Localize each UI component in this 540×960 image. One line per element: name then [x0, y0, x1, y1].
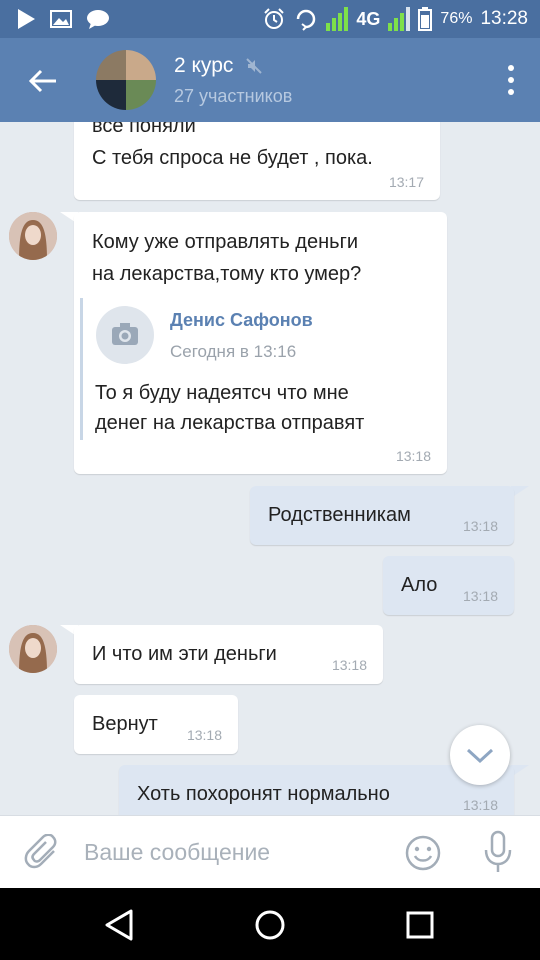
sync-icon [297, 9, 316, 31]
battery-icon [418, 7, 433, 31]
message-text: Ало [401, 574, 438, 596]
attach-icon[interactable] [24, 834, 62, 872]
mic-icon[interactable] [482, 830, 514, 874]
forward-date: Сегодня в 13:16 [170, 342, 297, 361]
avatar[interactable] [9, 625, 57, 673]
forward-text: То я буду надеятсч что мне денег на лека… [95, 382, 365, 434]
emoji-icon[interactable] [404, 834, 442, 872]
message-incoming[interactable]: все поняли С тебя спроса не будет , пока… [74, 122, 440, 200]
message-incoming[interactable]: И что им эти деньги 13:18 [74, 625, 383, 684]
forward-author[interactable]: Денис Сафонов [170, 310, 313, 331]
message-time: 13:18 [186, 727, 222, 743]
user-photo [9, 625, 57, 673]
alarm-icon [264, 8, 285, 29]
message-outgoing[interactable]: Ало 13:18 [383, 556, 514, 615]
nav-back-icon[interactable] [101, 906, 139, 944]
message-time: 13:18 [462, 588, 498, 604]
message-time: 13:18 [395, 448, 431, 464]
chat-toolbar: 2 курс 27 участников [0, 38, 540, 122]
message-outgoing[interactable]: Родственникам 13:18 [250, 486, 514, 545]
muted-icon [246, 58, 263, 74]
message-text: И что им эти деньги [92, 643, 277, 665]
message-text: все поняли С тебя спроса не будет , пока… [92, 122, 373, 169]
message-time: 13:17 [388, 174, 424, 190]
chat-bubble-icon [87, 10, 109, 29]
message-time: 13:18 [462, 518, 498, 534]
signal-icon [326, 7, 349, 31]
message-text: Родственникам [268, 504, 411, 526]
more-vertical-icon[interactable] [504, 62, 518, 98]
message-text: Кому уже отправлять деньги на лекарства,… [92, 231, 362, 285]
status-time: 13:28 [480, 8, 528, 29]
forward-avatar[interactable] [96, 306, 154, 364]
message-incoming[interactable]: Вернут 13:18 [74, 695, 238, 754]
chevron-down-icon [466, 748, 494, 764]
message-text: Вернут [92, 713, 158, 735]
message-time: 13:18 [462, 797, 498, 813]
message-text: Хоть похоронят нормально [137, 783, 390, 805]
chat-title: 2 курс [174, 54, 234, 77]
play-store-icon [18, 9, 35, 29]
chat-subtitle: 27 участников [174, 86, 293, 106]
nav-recents-icon[interactable] [401, 906, 439, 944]
message-time: 13:18 [331, 657, 367, 673]
back-arrow-icon[interactable] [26, 64, 60, 98]
android-nav-bar [0, 888, 540, 960]
group-avatar[interactable] [96, 50, 156, 110]
message-input[interactable] [84, 832, 384, 872]
avatar[interactable] [9, 212, 57, 260]
user-photo [9, 212, 57, 260]
signal-icon-2 [388, 7, 411, 31]
status-bar: 4G 76% 13:28 [0, 0, 540, 38]
message-list[interactable]: все поняли С тебя спроса не будет , пока… [0, 122, 540, 815]
scroll-down-button[interactable] [450, 725, 510, 785]
image-icon [50, 10, 72, 28]
network-type: 4G [356, 8, 381, 29]
battery-percent: 76% [440, 10, 473, 27]
composer [0, 815, 540, 888]
chat-title-row[interactable]: 2 курс [174, 54, 263, 78]
nav-home-icon[interactable] [251, 906, 289, 944]
forward-bar [80, 298, 83, 440]
camera-icon [112, 323, 138, 345]
